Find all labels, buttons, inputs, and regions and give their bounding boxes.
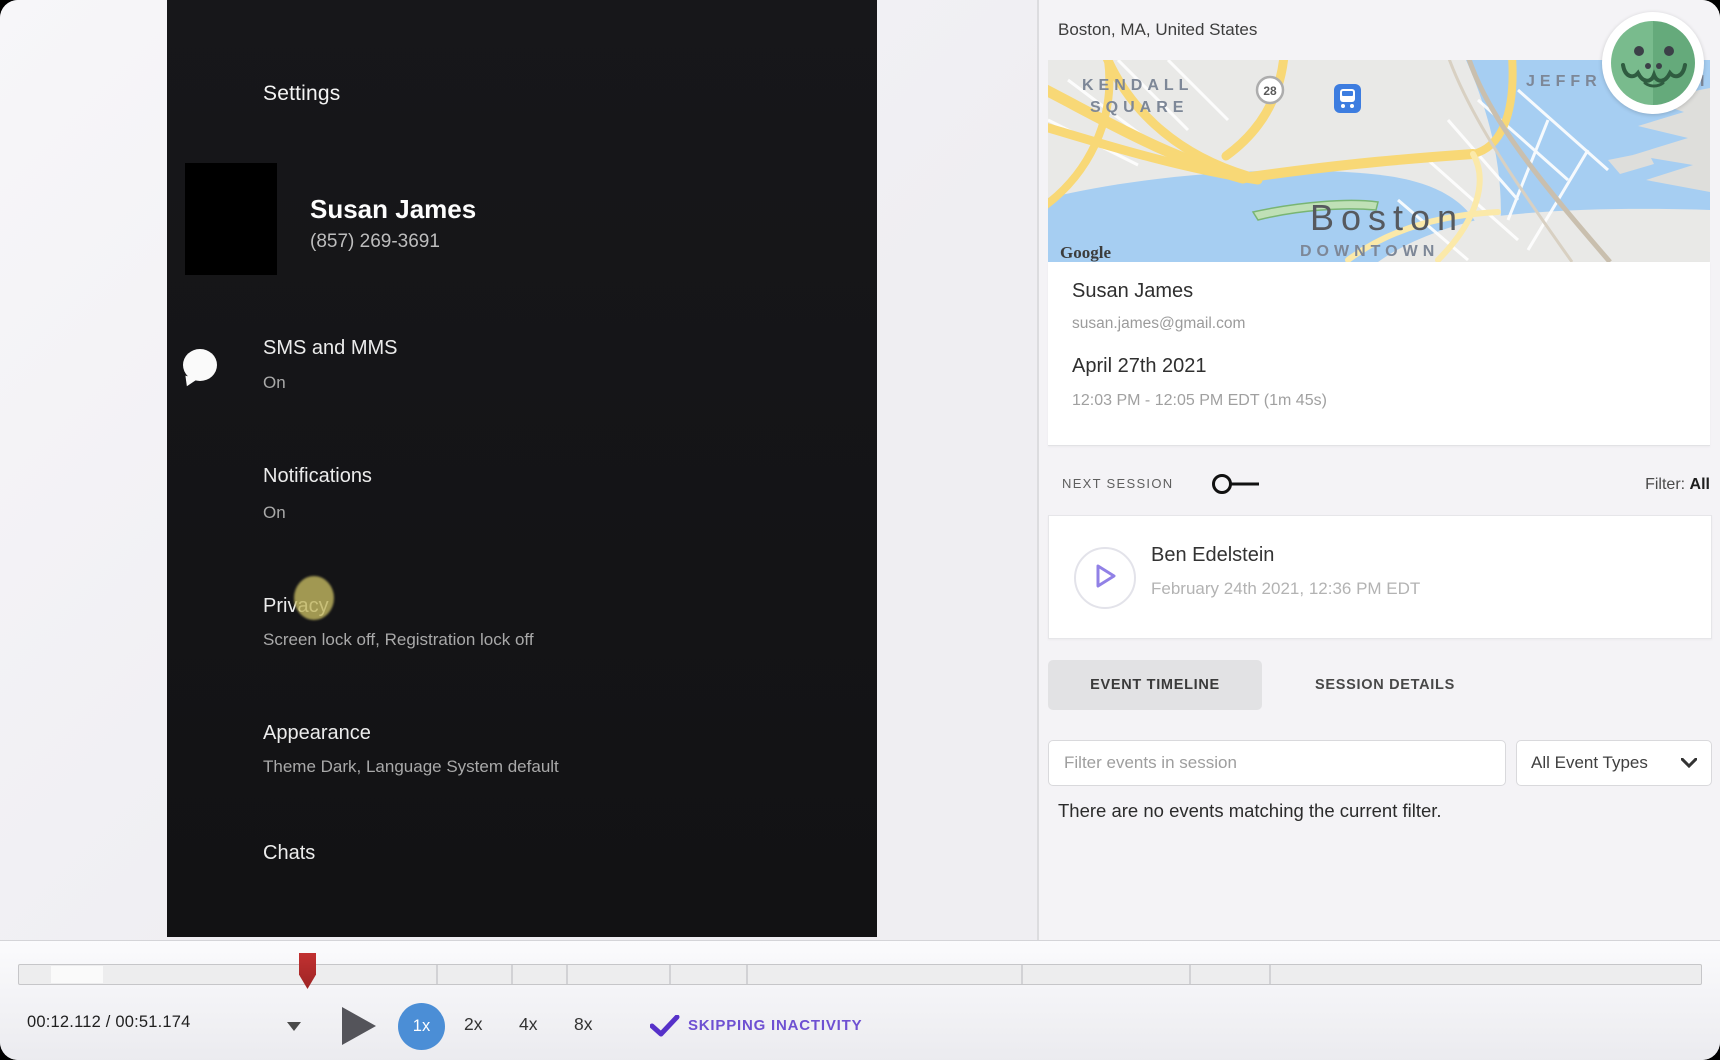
next-session-toggle[interactable]	[1211, 473, 1267, 495]
map-label-downtown: DOWNTOWN	[1300, 243, 1439, 260]
transit-icon	[1334, 84, 1361, 113]
phone-screen: Settings Susan James (857) 269-3691 SMS …	[167, 0, 877, 937]
settings-item-privacy-sub: Screen lock off, Registration lock off	[263, 630, 534, 649]
phone-settings-title: Settings	[263, 82, 341, 105]
player-bar: 00:12.112 / 00:51.174 1x 2x 4x 8x SKIPPI…	[0, 940, 1720, 1060]
next-session-card[interactable]: Ben Edelstein February 24th 2021, 12:36 …	[1048, 515, 1712, 639]
filter-summary[interactable]: Filter: All	[1645, 476, 1710, 494]
map-label-boston: Boston	[1310, 197, 1464, 238]
map-label-kendall: KENDALL	[1082, 77, 1193, 94]
settings-item-sms[interactable]: SMS and MMS	[263, 337, 397, 360]
timeline-segment-divider	[511, 965, 513, 984]
filter-value: All	[1689, 476, 1710, 493]
speed-1x-button[interactable]: 1x	[398, 1003, 445, 1050]
speed-2x-button[interactable]: 2x	[464, 1014, 482, 1035]
next-session-play-button[interactable]	[1074, 547, 1136, 609]
tab-event-timeline[interactable]: EVENT TIMELINE	[1048, 660, 1262, 710]
settings-item-appearance-sub: Theme Dark, Language System default	[263, 757, 559, 776]
session-date: April 27th 2021	[1072, 355, 1207, 377]
time-dropdown-caret-icon[interactable]	[287, 1022, 301, 1031]
user-email: susan.james@gmail.com	[1072, 315, 1246, 332]
chevron-down-icon	[1681, 758, 1697, 768]
timeline-segment-divider	[1269, 965, 1271, 984]
filter-label: Filter:	[1645, 476, 1686, 493]
next-session-label: NEXT SESSION	[1062, 476, 1174, 491]
map-label-jeffries: JEFFR	[1526, 73, 1602, 90]
tab-session-details[interactable]: SESSION DETAILS	[1285, 660, 1485, 710]
user-name: Susan James	[1072, 280, 1194, 302]
skipping-inactivity-toggle[interactable]: SKIPPING INACTIVITY	[688, 1017, 862, 1034]
settings-item-chats[interactable]: Chats	[263, 842, 315, 865]
event-filter-input[interactable]	[1048, 740, 1506, 786]
map-label-square: SQUARE	[1090, 99, 1188, 116]
checkmark-icon	[650, 1015, 680, 1037]
settings-item-notifications[interactable]: Notifications	[263, 465, 372, 488]
event-type-dropdown[interactable]: All Event Types	[1516, 740, 1712, 786]
event-type-value: All Event Types	[1531, 753, 1648, 772]
settings-item-appearance[interactable]: Appearance	[263, 722, 371, 745]
speed-8x-button[interactable]: 8x	[574, 1014, 592, 1035]
phone-profile-number: (857) 269-3691	[310, 231, 440, 252]
speed-4x-button[interactable]: 4x	[519, 1014, 537, 1035]
empty-events-message: There are no events matching the current…	[1058, 800, 1442, 821]
time-display[interactable]: 00:12.112 / 00:51.174	[27, 1013, 191, 1032]
play-button[interactable]	[342, 1007, 376, 1045]
timeline-segment-divider	[1021, 965, 1023, 984]
timeline-scrubber[interactable]	[18, 964, 1702, 985]
timeline-segment-divider	[746, 965, 748, 984]
session-info-card: Susan James susan.james@gmail.com April …	[1048, 262, 1710, 446]
play-icon	[1096, 564, 1116, 588]
avatar	[185, 163, 277, 275]
sms-bubble-icon	[183, 349, 217, 381]
session-location: Boston, MA, United States	[1058, 20, 1258, 39]
timeline-segment-divider	[566, 965, 568, 984]
settings-item-notifications-sub: On	[263, 503, 286, 522]
timeline-segment-divider	[436, 965, 438, 984]
route-shield-28: 28	[1255, 75, 1285, 105]
timeline-segment-divider	[669, 965, 671, 984]
session-panel: Boston, MA, United States KENDALL SQUARE…	[1039, 0, 1720, 940]
timeline-segment-divider	[1189, 965, 1191, 984]
app-window: Settings Susan James (857) 269-3691 SMS …	[0, 0, 1720, 1060]
phone-profile-name: Susan James	[310, 194, 477, 224]
mascot-logo-icon	[1602, 12, 1704, 114]
next-session-datetime: February 24th 2021, 12:36 PM EDT	[1151, 579, 1421, 598]
map-attribution: Google	[1060, 243, 1111, 262]
settings-item-sms-sub: On	[263, 373, 286, 392]
session-time-range: 12:03 PM - 12:05 PM EDT (1m 45s)	[1072, 392, 1327, 409]
replay-stage: Settings Susan James (857) 269-3691 SMS …	[0, 0, 1037, 940]
svg-text:28: 28	[1263, 84, 1277, 98]
next-session-user: Ben Edelstein	[1151, 544, 1275, 566]
timeline-watched-segment	[51, 966, 103, 983]
touch-indicator	[294, 576, 334, 620]
